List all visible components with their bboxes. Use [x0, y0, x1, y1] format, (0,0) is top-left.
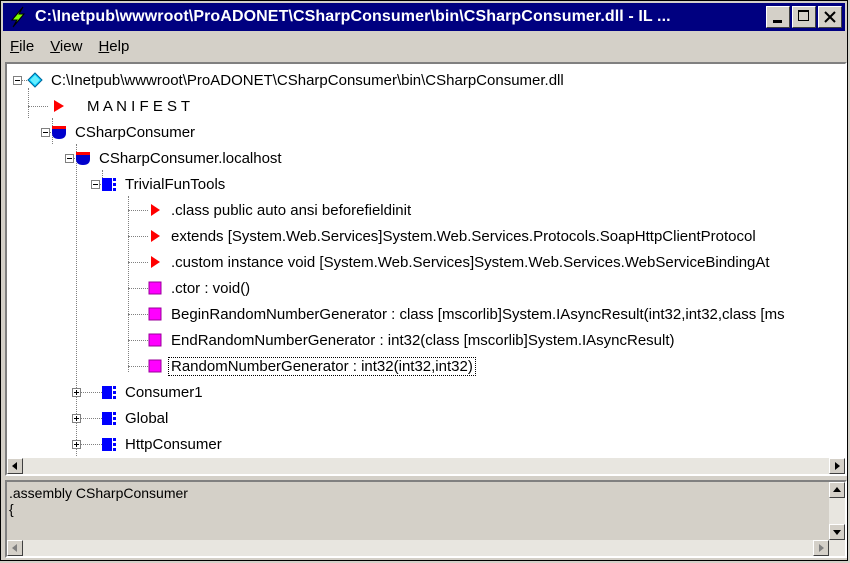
method-icon — [148, 359, 162, 373]
tree-node-global[interactable]: Global — [101, 406, 170, 430]
menu-bar: File View Help — [3, 34, 138, 58]
tree-node-label: .ctor : void() — [171, 279, 251, 297]
tree-node-namespace[interactable]: CSharpConsumer — [51, 120, 197, 144]
expander-root[interactable] — [13, 76, 22, 85]
method-icon — [148, 281, 162, 295]
arrow-left-icon — [12, 462, 17, 470]
arrow-down-icon — [833, 530, 841, 535]
code-line: { — [9, 501, 14, 517]
il-code-text: .assembly CSharpConsumer { — [7, 482, 827, 540]
tree-node-label: M A N I F E S T — [87, 97, 191, 115]
tree-node-label: BeginRandomNumberGenerator : class [msco… — [171, 305, 785, 323]
arrow-up-icon — [833, 487, 841, 492]
tree-node-member[interactable]: .class public auto ansi beforefieldinit — [147, 198, 413, 222]
tree-horizontal-scrollbar[interactable] — [7, 458, 845, 474]
scroll-left-button[interactable] — [7, 540, 23, 556]
window-title: C:\Inetpub\wwwroot\ProADONET\CSharpConsu… — [35, 8, 671, 25]
close-button[interactable] — [818, 6, 842, 28]
method-icon — [148, 333, 162, 347]
code-line: .assembly CSharpConsumer — [9, 485, 188, 501]
code-horizontal-scrollbar[interactable] — [7, 540, 845, 556]
il-code-pane[interactable]: .assembly CSharpConsumer { — [5, 480, 847, 558]
tree-node-label: TrivialFunTools — [125, 175, 226, 193]
directive-triangle-icon — [151, 256, 160, 268]
close-icon — [824, 11, 836, 23]
expander-global[interactable] — [72, 414, 81, 423]
arrow-right-icon — [835, 462, 840, 470]
tree-node-member[interactable]: .custom instance void [System.Web.Servic… — [147, 250, 772, 274]
tree-node-label: Consumer1 — [125, 383, 203, 401]
tree-node-manifest[interactable]: M A N I F E S T — [51, 94, 192, 118]
scroll-down-button[interactable] — [829, 524, 845, 540]
menu-view[interactable]: View — [43, 38, 91, 55]
tree-node-label: Global — [125, 409, 169, 427]
namespace-shield-icon — [76, 152, 90, 165]
scroll-up-button[interactable] — [829, 482, 845, 498]
tree-node-label: extends [System.Web.Services]System.Web.… — [171, 227, 756, 245]
menu-help[interactable]: Help — [91, 38, 138, 55]
tree-node-member-selected[interactable]: RandomNumberGenerator : int32(int32,int3… — [147, 354, 476, 378]
arrow-right-icon — [819, 544, 824, 552]
minimize-button[interactable] — [766, 6, 790, 28]
menu-file[interactable]: File — [3, 38, 43, 55]
tree-node-member[interactable]: extends [System.Web.Services]System.Web.… — [147, 224, 758, 248]
tree-node-localhost[interactable]: CSharpConsumer.localhost — [75, 146, 284, 170]
menu-help-mnemonic: H — [98, 37, 110, 55]
directive-triangle-icon — [151, 230, 160, 242]
title-bar[interactable]: C:\Inetpub\wwwroot\ProADONET\CSharpConsu… — [3, 3, 845, 31]
tree-node-member[interactable]: BeginRandomNumberGenerator : class [msco… — [147, 302, 787, 326]
method-icon — [148, 307, 162, 321]
expander-namespace[interactable] — [41, 128, 50, 137]
code-vertical-scrollbar[interactable] — [829, 482, 845, 540]
expander-httpconsumer[interactable] — [72, 440, 81, 449]
expander-class[interactable] — [91, 180, 100, 189]
maximize-icon — [798, 10, 809, 21]
tree-node-label: HttpConsumer — [125, 435, 222, 453]
tree-node-member[interactable]: EndRandomNumberGenerator : int32(class [… — [147, 328, 677, 352]
namespace-shield-icon — [52, 126, 66, 139]
tree-node-root[interactable]: C:\Inetpub\wwwroot\ProADONET\CSharpConsu… — [27, 68, 566, 92]
assembly-diamond-icon — [27, 72, 43, 88]
menu-file-label: ile — [19, 37, 35, 55]
ildasm-window: C:\Inetpub\wwwroot\ProADONET\CSharpConsu… — [0, 0, 848, 561]
menu-view-label: iew — [59, 37, 83, 55]
tree-view[interactable]: C:\Inetpub\wwwroot\ProADONET\CSharpConsu… — [7, 64, 845, 460]
manifest-triangle-icon — [54, 100, 64, 112]
tree-node-label: .custom instance void [System.Web.Servic… — [171, 253, 770, 271]
arrow-left-icon — [12, 544, 17, 552]
class-icon — [102, 386, 116, 399]
tree-pane: C:\Inetpub\wwwroot\ProADONET\CSharpConsu… — [5, 62, 847, 476]
tree-node-label: CSharpConsumer.localhost — [99, 149, 282, 167]
class-icon — [102, 412, 116, 425]
tree-node-label: EndRandomNumberGenerator : int32(class [… — [171, 331, 675, 349]
menu-view-mnemonic: V — [50, 37, 60, 55]
scroll-right-button[interactable] — [829, 458, 845, 474]
tree-node-label: C:\Inetpub\wwwroot\ProADONET\CSharpConsu… — [51, 71, 564, 89]
scroll-left-button[interactable] — [7, 458, 23, 474]
ildasm-app-icon — [10, 6, 26, 28]
tree-node-label: RandomNumberGenerator : int32(int32,int3… — [168, 356, 476, 376]
menu-file-mnemonic: F — [10, 37, 20, 55]
directive-triangle-icon — [151, 204, 160, 216]
maximize-button[interactable] — [792, 6, 816, 28]
tree-node-member[interactable]: .ctor : void() — [147, 276, 252, 300]
scroll-right-button[interactable] — [813, 540, 829, 556]
menu-help-label: elp — [109, 37, 130, 55]
tree-node-httpconsumer[interactable]: HttpConsumer — [101, 432, 224, 456]
minimize-icon — [773, 20, 782, 23]
tree-node-label: CSharpConsumer — [75, 123, 196, 141]
class-icon — [102, 178, 116, 191]
tree-node-consumer1[interactable]: Consumer1 — [101, 380, 205, 404]
expander-localhost[interactable] — [65, 154, 74, 163]
tree-node-class[interactable]: TrivialFunTools — [101, 172, 227, 196]
expander-consumer1[interactable] — [72, 388, 81, 397]
scroll-track[interactable] — [23, 458, 829, 474]
tree-node-label: .class public auto ansi beforefieldinit — [171, 201, 412, 219]
class-icon — [102, 438, 116, 451]
